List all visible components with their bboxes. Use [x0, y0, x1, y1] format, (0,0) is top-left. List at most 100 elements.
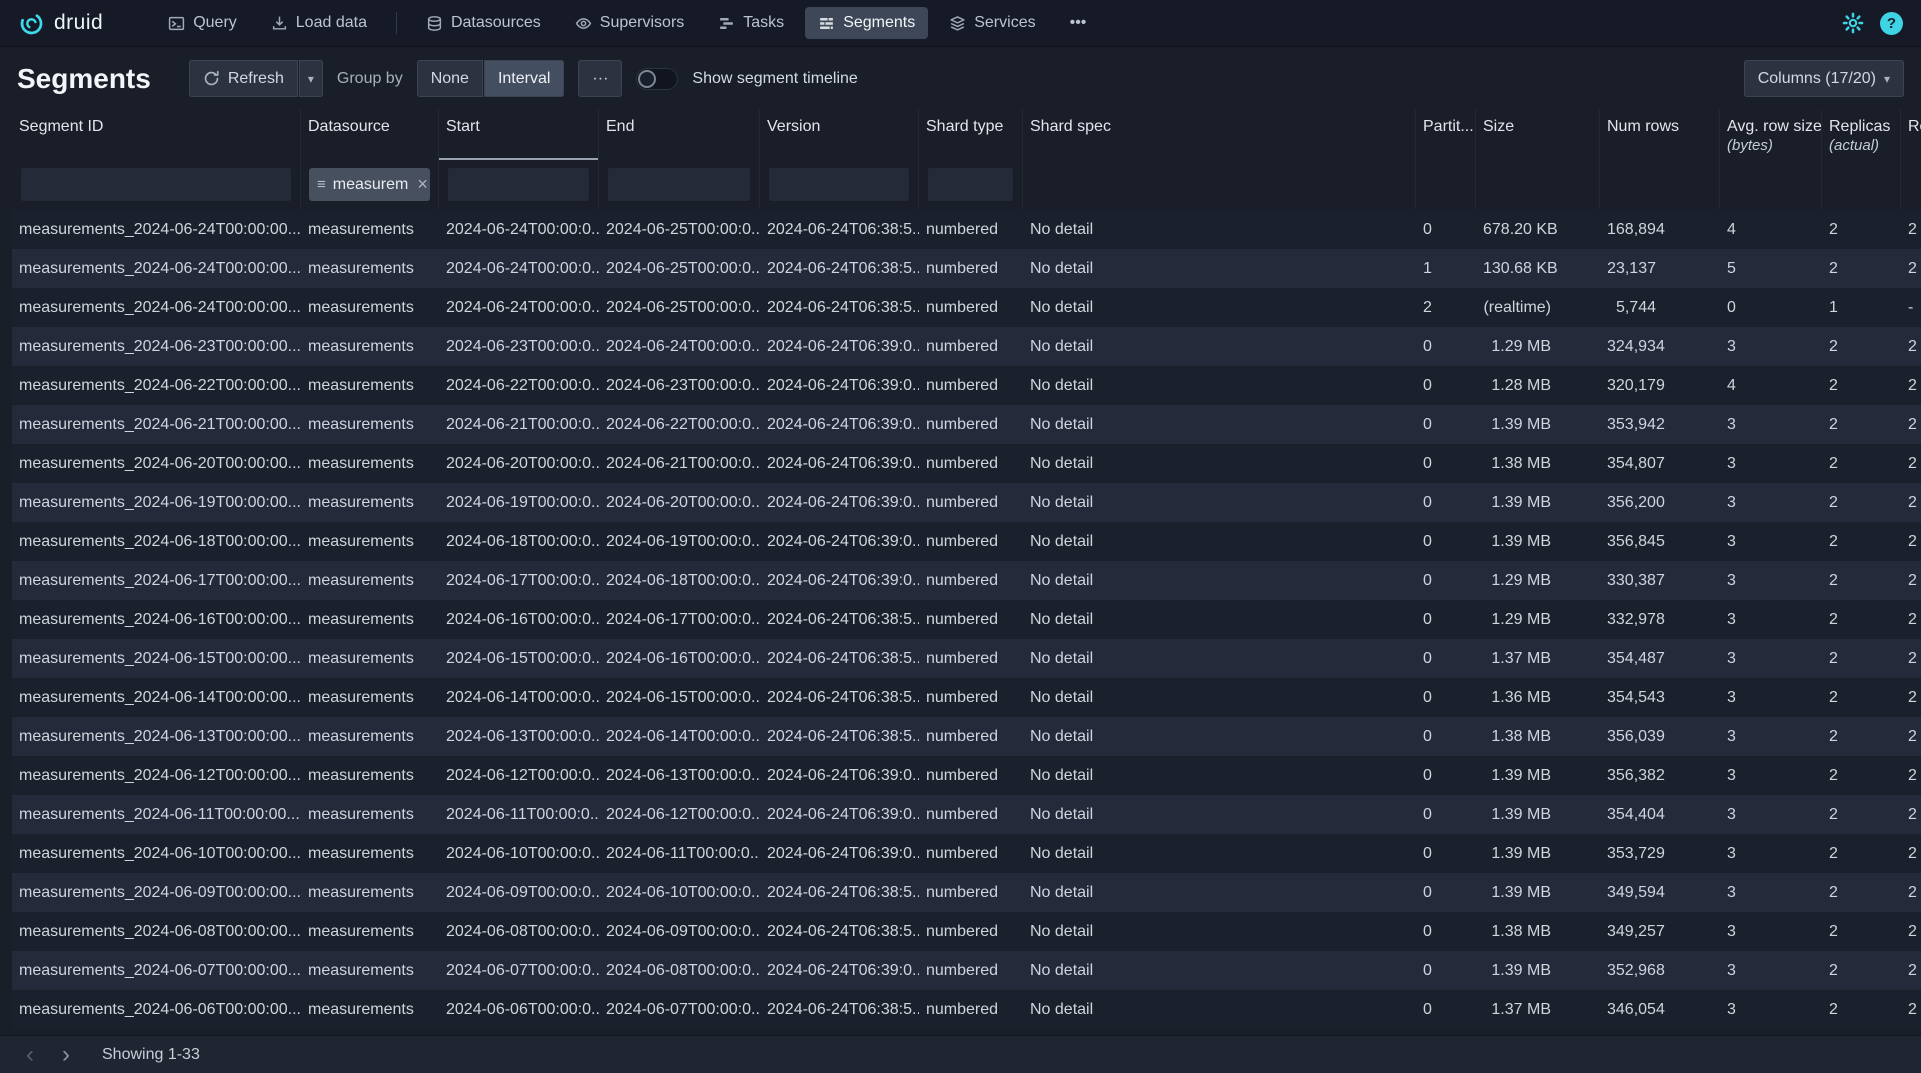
cell-replication_factor[interactable]: 2: [1901, 990, 1921, 1029]
column-header-end[interactable]: End: [599, 110, 760, 160]
cell-shard_type[interactable]: numbered: [919, 288, 1023, 327]
cell-replicas[interactable]: 2: [1822, 756, 1901, 795]
cell-shard_spec[interactable]: No detail: [1023, 249, 1416, 288]
cell-size[interactable]: 1.39 MB: [1476, 795, 1600, 834]
table-row[interactable]: measurements_2024-06-17T00:00:00....meas…: [12, 561, 1921, 600]
nav-item-services[interactable]: Services: [936, 7, 1048, 39]
cell-segment_id[interactable]: measurements_2024-06-24T00:00:00....: [12, 288, 301, 327]
cell-version[interactable]: 2024-06-24T06:39:0...: [760, 756, 919, 795]
table-row[interactable]: measurements_2024-06-07T00:00:00....meas…: [12, 951, 1921, 990]
cell-replication_factor[interactable]: 2: [1901, 444, 1921, 483]
cell-num_rows[interactable]: 354,543: [1600, 678, 1720, 717]
cell-num_rows[interactable]: 356,845: [1600, 522, 1720, 561]
cell-size[interactable]: 1.29 MB: [1476, 600, 1600, 639]
cell-end[interactable]: 2024-06-13T00:00:0...: [599, 756, 760, 795]
cell-num_rows[interactable]: 354,487: [1600, 639, 1720, 678]
cell-size[interactable]: 1.37 MB: [1476, 639, 1600, 678]
cell-start[interactable]: 2024-06-23T00:00:0...: [439, 327, 599, 366]
cell-avg_row_size[interactable]: 3: [1720, 405, 1822, 444]
cell-num_rows[interactable]: 356,039: [1600, 717, 1720, 756]
segment-timeline-switch[interactable]: [636, 68, 678, 90]
cell-start[interactable]: 2024-06-17T00:00:0...: [439, 561, 599, 600]
cell-replicas[interactable]: 2: [1822, 561, 1901, 600]
more-options-button[interactable]: ···: [578, 60, 622, 97]
cell-replicas[interactable]: 2: [1822, 951, 1901, 990]
cell-avg_row_size[interactable]: 3: [1720, 678, 1822, 717]
column-header-segment_id[interactable]: Segment ID: [12, 110, 301, 160]
filter-input-start[interactable]: [447, 167, 590, 202]
column-header-size[interactable]: Size: [1476, 110, 1600, 160]
table-row[interactable]: measurements_2024-06-06T00:00:00....meas…: [12, 990, 1921, 1029]
cell-num_rows[interactable]: 353,729: [1600, 834, 1720, 873]
table-row[interactable]: measurements_2024-06-15T00:00:00....meas…: [12, 639, 1921, 678]
cell-version[interactable]: 2024-06-24T06:39:0...: [760, 522, 919, 561]
cell-replicas[interactable]: 2: [1822, 405, 1901, 444]
cell-replication_factor[interactable]: 2: [1901, 951, 1921, 990]
cell-avg_row_size[interactable]: 0: [1720, 288, 1822, 327]
cell-version[interactable]: 2024-06-24T06:38:5...: [760, 288, 919, 327]
column-header-avg_row_size[interactable]: Avg. row size(bytes): [1720, 110, 1822, 160]
cell-replication_factor[interactable]: 2: [1901, 483, 1921, 522]
cell-replication_factor[interactable]: 2: [1901, 249, 1921, 288]
cell-replicas[interactable]: 2: [1822, 210, 1901, 249]
cell-size[interactable]: 1.39 MB: [1476, 834, 1600, 873]
remove-filter-icon[interactable]: ×: [417, 174, 428, 195]
nav-item-load-data[interactable]: Load data: [258, 7, 380, 39]
table-row[interactable]: measurements_2024-06-18T00:00:00....meas…: [12, 522, 1921, 561]
cell-shard_type[interactable]: numbered: [919, 600, 1023, 639]
cell-end[interactable]: 2024-06-16T00:00:0...: [599, 639, 760, 678]
cell-shard_spec[interactable]: No detail: [1023, 990, 1416, 1029]
cell-datasource[interactable]: measurements: [301, 483, 439, 522]
cell-shard_spec[interactable]: No detail: [1023, 756, 1416, 795]
cell-size[interactable]: 1.29 MB: [1476, 327, 1600, 366]
cell-datasource[interactable]: measurements: [301, 990, 439, 1029]
cell-segment_id[interactable]: measurements_2024-06-10T00:00:00....: [12, 834, 301, 873]
cell-partition[interactable]: 0: [1416, 483, 1476, 522]
cell-shard_type[interactable]: numbered: [919, 795, 1023, 834]
cell-end[interactable]: 2024-06-24T00:00:0...: [599, 327, 760, 366]
cell-version[interactable]: 2024-06-24T06:39:0...: [760, 366, 919, 405]
cell-num_rows[interactable]: 330,387: [1600, 561, 1720, 600]
cell-replicas[interactable]: 2: [1822, 717, 1901, 756]
cell-version[interactable]: 2024-06-24T06:38:5...: [760, 249, 919, 288]
cell-shard_type[interactable]: numbered: [919, 327, 1023, 366]
cell-version[interactable]: 2024-06-24T06:39:0...: [760, 327, 919, 366]
cell-start[interactable]: 2024-06-12T00:00:0...: [439, 756, 599, 795]
cell-avg_row_size[interactable]: 3: [1720, 990, 1822, 1029]
previous-page-button[interactable]: ‹: [14, 1040, 46, 1070]
cell-avg_row_size[interactable]: 3: [1720, 561, 1822, 600]
cell-avg_row_size[interactable]: 5: [1720, 249, 1822, 288]
cell-avg_row_size[interactable]: 3: [1720, 639, 1822, 678]
cell-end[interactable]: 2024-06-19T00:00:0...: [599, 522, 760, 561]
cell-num_rows[interactable]: 5,744: [1600, 288, 1720, 327]
cell-segment_id[interactable]: measurements_2024-06-22T00:00:00....: [12, 366, 301, 405]
cell-shard_type[interactable]: numbered: [919, 444, 1023, 483]
cell-size[interactable]: 1.37 MB: [1476, 990, 1600, 1029]
cell-replication_factor[interactable]: 2: [1901, 327, 1921, 366]
cell-segment_id[interactable]: measurements_2024-06-09T00:00:00....: [12, 873, 301, 912]
cell-datasource[interactable]: measurements: [301, 834, 439, 873]
cell-end[interactable]: 2024-06-09T00:00:0...: [599, 912, 760, 951]
nav-more-button[interactable]: •••: [1057, 7, 1100, 39]
cell-partition[interactable]: 2: [1416, 288, 1476, 327]
cell-start[interactable]: 2024-06-15T00:00:0...: [439, 639, 599, 678]
cell-datasource[interactable]: measurements: [301, 678, 439, 717]
cell-shard_type[interactable]: numbered: [919, 249, 1023, 288]
cell-size[interactable]: 1.38 MB: [1476, 717, 1600, 756]
cell-version[interactable]: 2024-06-24T06:39:0...: [760, 483, 919, 522]
cell-version[interactable]: 2024-06-24T06:39:0...: [760, 795, 919, 834]
cell-shard_spec[interactable]: No detail: [1023, 561, 1416, 600]
cell-datasource[interactable]: measurements: [301, 951, 439, 990]
cell-replicas[interactable]: 2: [1822, 249, 1901, 288]
cell-end[interactable]: 2024-06-25T00:00:0...: [599, 288, 760, 327]
cell-end[interactable]: 2024-06-11T00:00:0...: [599, 834, 760, 873]
datasource-filter-tag[interactable]: ≡measurem×: [309, 168, 430, 201]
cell-partition[interactable]: 0: [1416, 873, 1476, 912]
cell-shard_type[interactable]: numbered: [919, 951, 1023, 990]
cell-start[interactable]: 2024-06-07T00:00:0...: [439, 951, 599, 990]
table-row[interactable]: measurements_2024-06-24T00:00:00....meas…: [12, 210, 1921, 249]
cell-end[interactable]: 2024-06-23T00:00:0...: [599, 366, 760, 405]
cell-replication_factor[interactable]: 2: [1901, 405, 1921, 444]
cell-partition[interactable]: 0: [1416, 444, 1476, 483]
cell-segment_id[interactable]: measurements_2024-06-11T00:00:00....: [12, 795, 301, 834]
